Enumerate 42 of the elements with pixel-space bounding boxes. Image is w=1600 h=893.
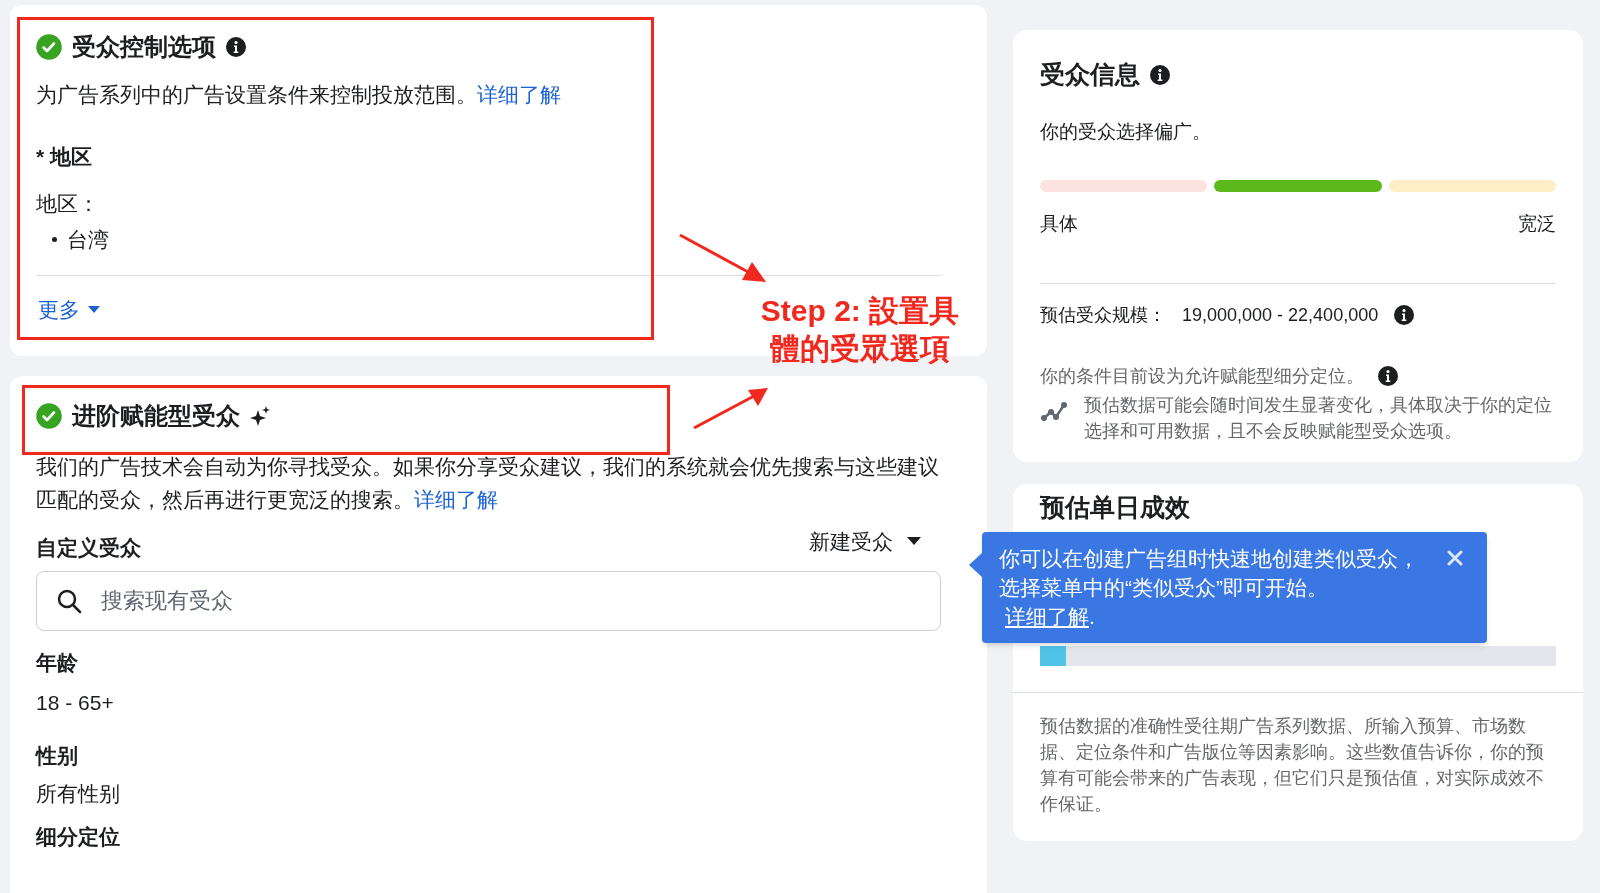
size-value: 19,000,000 - 22,400,000 — [1182, 303, 1379, 327]
caret-icon — [88, 306, 100, 314]
field-heading: 细分定位 — [36, 824, 121, 850]
sparkle-icon — [250, 405, 270, 426]
learn-more-link[interactable]: 详细了解 — [477, 83, 561, 106]
search-icon — [56, 588, 82, 614]
disclaimer-text: 预估数据的准确性受往期广告系列数据、所输入预算、市场数据、定位条件和广告版位等因素影响。这些数值告诉你，你的预算有可能会带来的广告表现，但它们只是预估值，对实际成效不作保证。 — [1039, 714, 1545, 816]
info-icon[interactable] — [1150, 64, 1170, 85]
size-label: 预估受众规模： — [1040, 303, 1166, 327]
tooltip-text: 你可以在创建广告组时快速地创建类似受众，选择菜单中的“类似受众”即可开始。 详细了解. — [999, 546, 1420, 630]
bullet-icon — [52, 236, 57, 242]
section-title: 受众控制选项 — [72, 32, 216, 62]
caret-icon — [907, 537, 921, 546]
scale-label: 宽泛 — [1518, 212, 1556, 236]
disclaimer-text: 预估数据可能会随时间发生显著变化，具体取决于你的定位选择和可用数据，且不会反映赋能型受众选项。 — [1084, 393, 1553, 443]
description: 为广告系列中的广告设置条件来控制投放范围。详细了解 — [36, 82, 562, 108]
description: 你的受众选择偏广。 — [1040, 119, 1212, 144]
info-icon[interactable] — [226, 37, 246, 57]
learn-more-link[interactable]: 详细了解 — [414, 487, 498, 511]
card-title: 预估单日成效 — [1038, 491, 1191, 522]
section-title: 进阶赋能型受众 — [72, 400, 240, 431]
close-button[interactable] — [1445, 548, 1465, 568]
note-text: 你的条件目前设为允许赋能型细分定位。 — [1040, 364, 1364, 388]
new-audience-dropdown[interactable]: 新建受众 — [809, 525, 921, 557]
more-button[interactable]: 更多 — [38, 294, 100, 326]
field-heading: * 地区 — [36, 143, 93, 170]
info-icon[interactable] — [1378, 366, 1398, 386]
field-heading: 年龄 — [36, 650, 79, 676]
annotation-text: Step 2: 設置具體的受眾選項 — [759, 293, 961, 367]
age-value: 18 - 65+ — [36, 689, 115, 716]
learn-more-link[interactable]: 详细了解 — [1005, 605, 1089, 628]
location-item: 台湾 — [67, 226, 109, 253]
info-icon[interactable] — [1394, 305, 1415, 325]
description: 我们的广告技术会自动为你寻找受众。如果你分享受众建议，我们的系统就会优先搜索与这些建议匹配的受众，然后再进行更宽泛的搜索。详细了解 — [36, 453, 940, 513]
search-field[interactable]: 搜索现有受众 — [36, 571, 941, 631]
field-heading: 性别 — [36, 743, 79, 769]
card-title: 受众信息 — [1040, 59, 1140, 90]
close-icon — [1447, 550, 1463, 566]
field-heading: 自定义受众 — [36, 534, 141, 561]
field-label: 地区： — [36, 191, 100, 217]
gender-value: 所有性别 — [36, 780, 121, 807]
scale-label: 具体 — [1040, 212, 1078, 236]
